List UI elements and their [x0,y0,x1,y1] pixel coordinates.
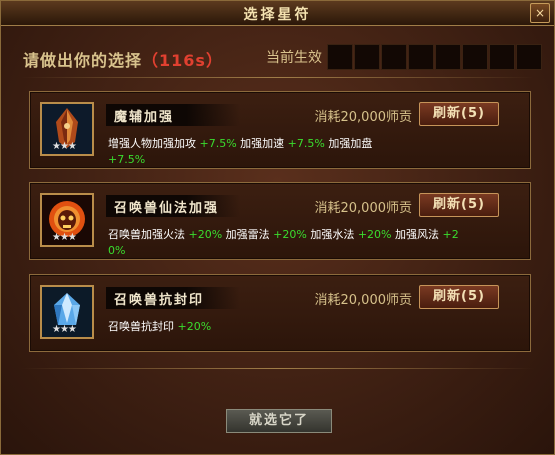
effect-slots [327,44,543,70]
refresh-button[interactable]: 刷新(5) [419,102,499,126]
description-text: 加强加盘 [324,137,373,150]
close-button[interactable]: × [530,3,550,23]
current-effect-label: 当前生效 [266,50,322,66]
refresh-button[interactable]: 刷新(5) [419,193,499,217]
description-line: 0% [108,243,508,259]
rune-card-3[interactable]: ★★★ 召唤兽抗封印 消耗20,000师贡 刷新(5) 召唤兽抗封印 +20% [29,274,531,352]
rune-cost: 消耗20,000师贡 [314,201,413,216]
rune-name-plate: 魔辅加强 [106,104,240,126]
close-icon: × [534,6,546,20]
bonus-value: +7.5% [199,137,237,150]
description-text: 加强雷法 [222,228,274,241]
effect-slot[interactable] [381,44,407,70]
description-text: 加强水法 [306,228,358,241]
countdown-timer: （116s） [142,51,223,70]
effect-slot[interactable] [435,44,461,70]
rune-icon-frame: ★★★ [40,102,94,156]
rune-description: 召唤兽加强火法 +20% 加强雷法 +20% 加强水法 +20% 加强风法 +2… [108,227,508,259]
description-line: 召唤兽抗封印 +20% [108,319,408,335]
rune-cost: 消耗20,000师贡 [314,110,413,125]
description-text: 加强加速 [236,137,288,150]
divider [21,77,534,78]
description-text: 增强人物加强加攻 [108,137,200,150]
title-bar[interactable]: 选择星符 × [1,1,554,26]
description-text: 加强风法 [391,228,443,241]
rune-card-1[interactable]: ★★★ 魔辅加强 消耗20,000师贡 刷新(5) 增强人物加强加攻 +7.5%… [29,91,531,169]
effect-slot[interactable] [462,44,488,70]
bonus-value: 0% [108,244,126,257]
bonus-value: +20% [357,228,392,241]
effect-slot[interactable] [489,44,515,70]
rune-name-plate: 召唤兽抗封印 [106,287,240,309]
bonus-value: +20% [188,228,223,241]
effect-slot[interactable] [354,44,380,70]
rune-name: 召唤兽仙法加强 [114,201,220,216]
rune-cost: 消耗20,000师贡 [314,293,413,308]
rune-card-2[interactable]: ★★★ 召唤兽仙法加强 消耗20,000师贡 刷新(5) 召唤兽加强火法 +20… [29,182,531,260]
bonus-value: +7.5% [108,153,146,166]
selection-prompt: 请做出你的选择（116s） [23,47,223,71]
star-rune-dialog: 选择星符 × 请做出你的选择（116s） 当前生效 ★★★ 魔辅加强 消耗20,… [0,0,555,455]
bonus-value: +7.5% [287,137,325,150]
rune-name: 召唤兽抗封印 [114,293,205,308]
description-line: 增强人物加强加攻 +7.5% 加强加速 +7.5% 加强加盘 +7.5% [108,136,408,168]
rune-description: 增强人物加强加攻 +7.5% 加强加速 +7.5% 加强加盘 +7.5% [108,136,408,168]
refresh-button[interactable]: 刷新(5) [419,285,499,309]
rune-name-plate: 召唤兽仙法加强 [106,195,240,217]
bonus-value: +20% [177,320,212,333]
prompt-text: 请做出你的选择 [23,51,143,70]
rune-icon-frame: ★★★ [40,285,94,339]
bonus-value: +2 [442,228,459,241]
star-rating-icon: ★★★ [52,141,77,152]
description-text: 召唤兽加强火法 [108,228,189,241]
star-rating-icon: ★★★ [52,232,77,243]
star-rating-icon: ★★★ [52,324,77,335]
description-line: 召唤兽加强火法 +20% 加强雷法 +20% 加强水法 +20% 加强风法 +2 [108,227,508,243]
effect-slot[interactable] [408,44,434,70]
confirm-choice-button[interactable]: 就选它了 [226,409,332,433]
effect-slot[interactable] [327,44,353,70]
rune-icon-frame: ★★★ [40,193,94,247]
dialog-title: 选择星符 [243,7,312,23]
rune-name: 魔辅加强 [114,110,175,125]
divider [21,368,534,369]
rune-description: 召唤兽抗封印 +20% [108,319,408,335]
description-text: 召唤兽抗封印 [108,320,178,333]
bonus-value: +20% [273,228,307,241]
effect-slot[interactable] [516,44,542,70]
